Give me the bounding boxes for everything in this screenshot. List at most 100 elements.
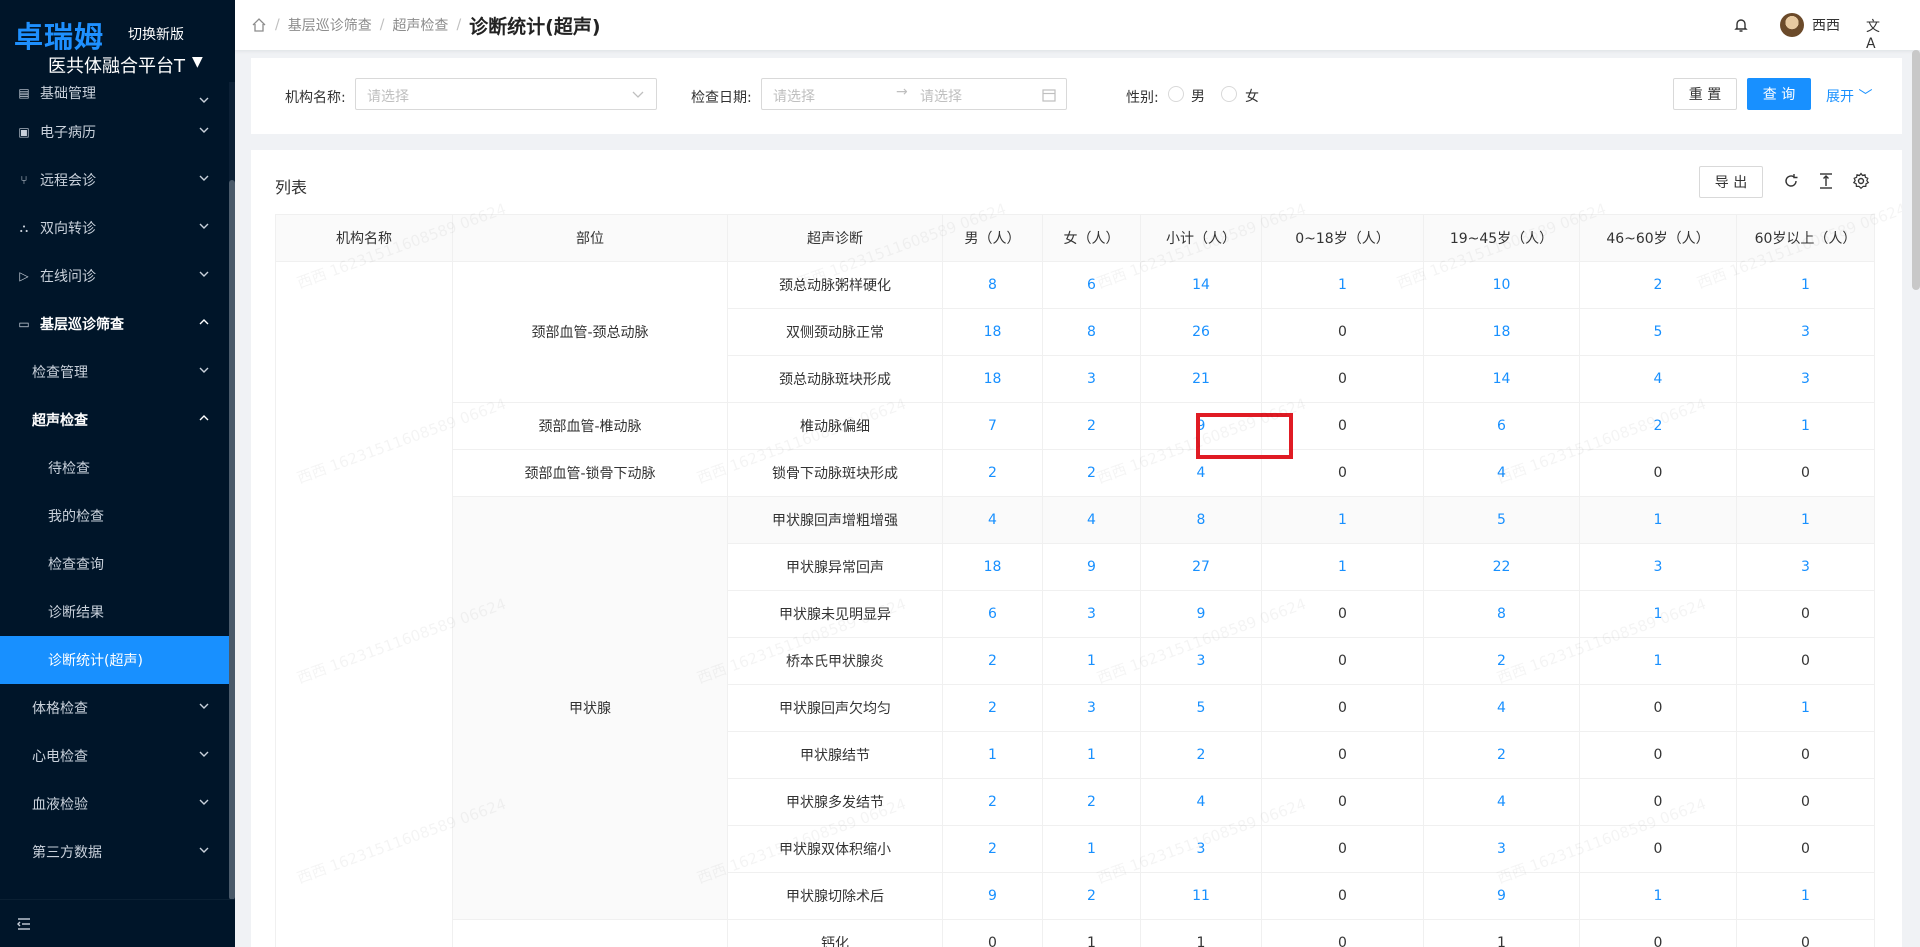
count-cell[interactable]: 8 (1042, 308, 1141, 356)
count-cell[interactable]: 2 (942, 637, 1043, 685)
count-cell[interactable]: 9 (1423, 872, 1580, 920)
sidebar-item[interactable]: 心电检查 (0, 732, 229, 780)
count-cell[interactable]: 2 (1042, 449, 1141, 497)
count-cell[interactable]: 14 (1140, 261, 1262, 309)
count-cell[interactable]: 2 (1423, 731, 1580, 779)
count-cell[interactable]: 4 (942, 496, 1043, 544)
count-cell[interactable]: 1 (1579, 590, 1737, 638)
count-cell[interactable]: 22 (1423, 543, 1580, 591)
sidebar-item[interactable]: ▣ 电子病历 (0, 108, 229, 156)
sidebar-item[interactable]: 体格检查 (0, 684, 229, 732)
count-cell[interactable]: 27 (1140, 543, 1262, 591)
sidebar-scrollbar-thumb[interactable] (229, 180, 235, 900)
count-cell[interactable]: 2 (942, 449, 1043, 497)
translate-icon[interactable]: 文A (1866, 16, 1884, 52)
org-select[interactable]: 请选择 (355, 78, 657, 110)
count-cell[interactable]: 2 (942, 684, 1043, 732)
date-range-picker[interactable]: 请选择 → 请选择 (761, 78, 1067, 110)
expand-link[interactable]: 展开 ﹀ (1826, 86, 1872, 106)
count-cell[interactable]: 4 (1423, 684, 1580, 732)
reset-button[interactable]: 重 置 (1673, 78, 1737, 110)
count-cell[interactable]: 6 (942, 590, 1043, 638)
count-cell[interactable]: 6 (1042, 261, 1141, 309)
count-cell[interactable]: 1 (1261, 261, 1424, 309)
count-cell[interactable]: 1 (1261, 496, 1424, 544)
count-cell[interactable]: 5 (1140, 684, 1262, 732)
count-cell[interactable]: 1 (1140, 919, 1262, 947)
count-cell[interactable]: 7 (942, 402, 1043, 450)
count-cell[interactable]: 2 (1042, 872, 1141, 920)
refresh-icon[interactable] (1782, 172, 1800, 190)
count-cell[interactable]: 1 (1042, 731, 1141, 779)
sidebar-item[interactable]: 第三方数据 (0, 828, 229, 876)
export-button[interactable]: 导 出 (1699, 166, 1763, 198)
count-cell[interactable]: 2 (942, 778, 1043, 826)
username[interactable]: 西西 (1812, 15, 1840, 35)
sidebar-item[interactable]: 诊断统计(超声) (0, 636, 229, 684)
count-cell[interactable]: 9 (1042, 543, 1141, 591)
count-cell[interactable]: 4 (1140, 778, 1262, 826)
sidebar-item[interactable]: ⛬ 双向转诊 (0, 204, 229, 252)
count-cell[interactable]: 18 (942, 543, 1043, 591)
count-cell[interactable]: 3 (1736, 308, 1875, 356)
count-cell[interactable]: 9 (1140, 590, 1262, 638)
count-cell[interactable]: 1 (1736, 261, 1875, 309)
column-height-icon[interactable] (1817, 172, 1835, 190)
count-cell[interactable]: 8 (942, 261, 1043, 309)
count-cell[interactable]: 1 (1579, 637, 1737, 685)
count-cell[interactable]: 8 (1423, 590, 1580, 638)
switch-version-link[interactable]: 切换新版 (128, 24, 184, 44)
breadcrumb-item[interactable]: 超声检查 (392, 15, 448, 35)
count-cell[interactable]: 11 (1140, 872, 1262, 920)
count-cell[interactable]: 5 (1423, 496, 1580, 544)
breadcrumb-item[interactable]: 基层巡诊筛查 (288, 15, 372, 35)
count-cell[interactable]: 4 (1042, 496, 1141, 544)
count-cell[interactable]: 3 (1736, 543, 1875, 591)
count-cell[interactable]: 2 (942, 825, 1043, 873)
page-scrollbar[interactable] (1912, 50, 1920, 290)
count-cell[interactable]: 21 (1140, 355, 1262, 403)
count-cell[interactable]: 3 (1423, 825, 1580, 873)
gender-male-radio[interactable] (1168, 86, 1184, 102)
sidebar-item[interactable]: 诊断结果 (0, 588, 229, 636)
count-cell[interactable]: 10 (1423, 261, 1580, 309)
count-cell[interactable]: 2 (1042, 778, 1141, 826)
count-cell[interactable]: 1 (1736, 402, 1875, 450)
settings-icon[interactable] (1852, 172, 1870, 190)
bell-icon[interactable] (1732, 16, 1750, 34)
count-cell[interactable]: 1 (1042, 825, 1141, 873)
count-cell[interactable]: 3 (1140, 825, 1262, 873)
menu-fold-icon[interactable] (16, 916, 32, 932)
count-cell[interactable]: 3 (1140, 637, 1262, 685)
count-cell[interactable]: 9 (1140, 402, 1262, 450)
sidebar-item[interactable]: 检查管理 (0, 348, 229, 396)
count-cell[interactable]: 4 (1140, 449, 1262, 497)
count-cell[interactable]: 3 (1736, 355, 1875, 403)
sidebar-item[interactable]: ▭ 基层巡诊筛查 (0, 300, 229, 348)
count-cell[interactable]: 8 (1140, 496, 1262, 544)
count-cell[interactable]: 6 (1423, 402, 1580, 450)
count-cell[interactable]: 3 (1042, 684, 1141, 732)
count-cell[interactable]: 3 (1042, 355, 1141, 403)
count-cell[interactable]: 1 (1579, 496, 1737, 544)
count-cell[interactable]: 4 (1579, 355, 1737, 403)
home-icon[interactable] (251, 17, 267, 33)
count-cell[interactable]: 18 (942, 355, 1043, 403)
sidebar-item[interactable]: 超声检查 (0, 396, 229, 444)
count-cell[interactable]: 1 (1736, 684, 1875, 732)
count-cell[interactable]: 2 (1042, 402, 1141, 450)
count-cell[interactable]: 1 (1042, 637, 1141, 685)
sidebar-item[interactable]: 待检查 (0, 444, 229, 492)
gender-female-label[interactable]: 女 (1245, 86, 1259, 106)
count-cell[interactable]: 1 (942, 731, 1043, 779)
count-cell[interactable]: 4 (1423, 449, 1580, 497)
count-cell[interactable]: 14 (1423, 355, 1580, 403)
sidebar-item[interactable]: ▷ 在线问诊 (0, 252, 229, 300)
count-cell[interactable]: 3 (1042, 590, 1141, 638)
sidebar-item[interactable]: ▤ 基础管理 (0, 78, 229, 108)
count-cell[interactable]: 2 (1140, 731, 1262, 779)
count-cell[interactable]: 26 (1140, 308, 1262, 356)
sidebar-item[interactable]: 我的检查 (0, 492, 229, 540)
count-cell[interactable]: 18 (942, 308, 1043, 356)
sidebar-item[interactable]: ⑂ 远程会诊 (0, 156, 229, 204)
